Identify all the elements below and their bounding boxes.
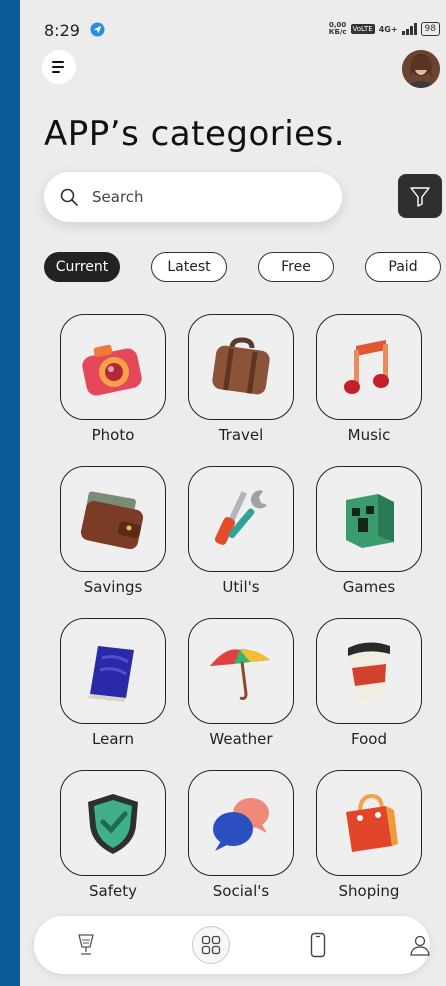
nav-device[interactable] — [304, 931, 332, 959]
status-time: 8:29 — [44, 21, 80, 40]
volte-badge: VoLTE — [350, 24, 375, 34]
category-tile[interactable] — [188, 466, 294, 572]
category-label: Savings — [83, 578, 143, 596]
suitcase-icon — [212, 337, 270, 395]
category-tile[interactable] — [316, 466, 422, 572]
search-icon — [60, 188, 78, 206]
category-tile[interactable] — [316, 618, 422, 724]
category-photo[interactable]: Photo — [50, 314, 170, 464]
page-title: APP’s categories. — [44, 114, 346, 154]
signal-icon — [401, 23, 417, 35]
category-music[interactable]: Music — [306, 314, 426, 464]
chip-paid[interactable]: Paid — [365, 252, 441, 282]
shopping-bag-icon — [346, 793, 398, 852]
status-icons: 0,00 КБ/с VoLTE 4G+ 98 — [329, 22, 440, 36]
network-speed: 0,00 КБ/с — [328, 21, 347, 36]
filter-chips: Current Latest Free Paid — [44, 252, 446, 286]
nav-grid[interactable] — [192, 926, 230, 964]
status-bar: 8:29 0,00 КБ/с VoLTE 4G+ 98 — [20, 0, 446, 44]
category-label: Shoping — [338, 882, 400, 900]
category-tile[interactable] — [188, 618, 294, 724]
camera-icon — [82, 344, 142, 396]
category-tile[interactable] — [188, 314, 294, 420]
category-safety[interactable]: Safety — [50, 770, 170, 920]
category-tile[interactable] — [316, 314, 422, 420]
avatar[interactable] — [402, 50, 440, 88]
category-weather[interactable]: Weather — [178, 618, 298, 768]
category-label: Food — [351, 730, 387, 748]
app-screen: 8:29 0,00 КБ/с VoLTE 4G+ 98 APP’s catego… — [20, 0, 446, 986]
category-shoping[interactable]: Shoping — [306, 770, 426, 920]
category-tile[interactable] — [60, 618, 166, 724]
category-label: Social's — [212, 882, 270, 900]
user-photo-icon — [402, 50, 440, 88]
music-note-icon — [344, 340, 389, 394]
chip-current[interactable]: Current — [44, 252, 120, 282]
phone-icon — [310, 932, 326, 958]
filter-icon — [410, 187, 430, 207]
trophy-icon — [78, 934, 94, 955]
category-utils[interactable]: Util's — [178, 466, 298, 616]
category-tile[interactable] — [316, 770, 422, 876]
category-label: Travel — [218, 426, 264, 444]
grid-icon — [201, 935, 221, 955]
search-input[interactable] — [90, 187, 314, 207]
category-socials[interactable]: Social's — [178, 770, 298, 920]
category-tile[interactable] — [60, 770, 166, 876]
bottom-nav — [34, 916, 430, 974]
shield-icon — [88, 794, 138, 854]
nav-profile[interactable] — [406, 931, 434, 959]
category-label: Learn — [92, 730, 134, 748]
category-label: Util's — [222, 578, 260, 596]
category-label: Photo — [91, 426, 135, 444]
chip-free[interactable]: Free — [258, 252, 334, 282]
category-tile[interactable] — [60, 466, 166, 572]
umbrella-icon — [210, 649, 270, 700]
category-label: Games — [342, 578, 396, 596]
category-label: Safety — [89, 882, 137, 900]
category-label: Weather — [209, 730, 273, 748]
category-games[interactable]: Games — [306, 466, 426, 616]
filter-button[interactable] — [398, 174, 442, 218]
coffee-cup-icon — [348, 642, 390, 702]
category-travel[interactable]: Travel — [178, 314, 298, 464]
profile-icon — [410, 935, 430, 956]
search-bar[interactable] — [44, 172, 342, 222]
chip-latest[interactable]: Latest — [151, 252, 227, 282]
category-tile[interactable] — [188, 770, 294, 876]
category-savings[interactable]: Savings — [50, 466, 170, 616]
tools-icon — [214, 490, 267, 545]
menu-button[interactable] — [42, 50, 76, 84]
nav-trophy[interactable] — [72, 931, 100, 959]
book-icon — [88, 646, 134, 702]
wallet-icon — [80, 491, 144, 550]
location-icon — [90, 22, 105, 37]
creeper-icon — [346, 494, 394, 548]
category-learn[interactable]: Learn — [50, 618, 170, 768]
chat-bubbles-icon — [213, 798, 269, 851]
category-label: Music — [347, 426, 391, 444]
network-type: 4G+ — [378, 24, 398, 34]
category-food[interactable]: Food — [306, 618, 426, 768]
hamburger-icon — [52, 61, 64, 73]
category-tile[interactable] — [60, 314, 166, 420]
battery-indicator: 98 — [420, 22, 440, 36]
